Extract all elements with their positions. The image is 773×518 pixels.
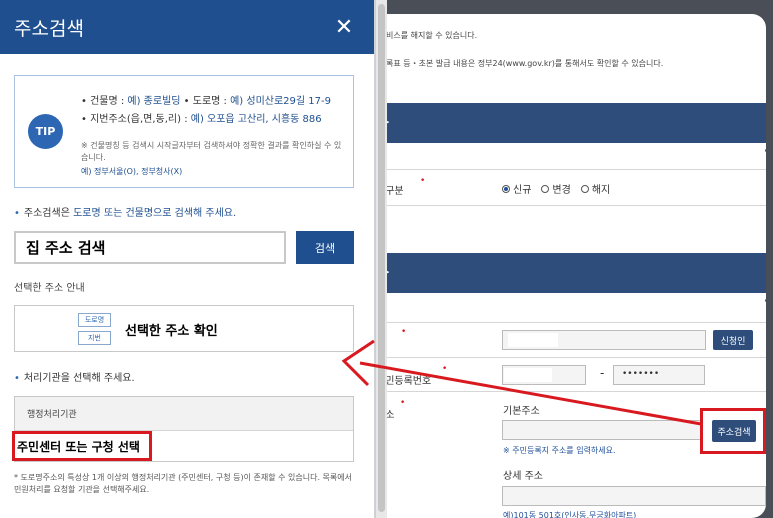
tip-lot-label: • 지번주소(읍,면,동,리) : xyxy=(81,114,191,125)
address-hint: ※ 주민등록지 주소를 입력하세요. xyxy=(503,446,616,455)
tip-lot-example: 예) 오포읍 고산리, 시흥동 886 xyxy=(190,114,322,125)
divider xyxy=(378,169,766,170)
section-band-2: > xyxy=(330,253,766,293)
lot-tag: 지번 xyxy=(78,331,111,345)
redacted-box xyxy=(504,368,552,382)
tip-row-2: • 지번주소(읍,면,동,리) : 예) 오포읍 고산리, 시흥동 886 xyxy=(81,110,322,125)
request-type-radios: 신규 변경 해지 xyxy=(502,181,610,196)
selected-address-text: 선택한 주소 확인 xyxy=(125,324,218,339)
search-guide-highlight: 도로명 또는 건물명으로 검색해 주세요. xyxy=(73,208,237,219)
road-tag: 도로명 xyxy=(78,313,111,327)
notice-line-1: 비스를 해지할 수 있습니다. xyxy=(386,31,478,40)
tip-road-example: 예) 성미산로29길 17-9 xyxy=(230,96,331,107)
basic-address-label: 기본주소 xyxy=(503,406,540,417)
radio-label: 신규 xyxy=(513,185,532,196)
bullet-icon: • xyxy=(14,208,20,219)
divider xyxy=(378,357,766,358)
tip-building-example: 예) 종로빌딩 xyxy=(127,96,181,107)
radio-button-icon[interactable] xyxy=(541,184,550,193)
address-search-highlight xyxy=(700,408,766,454)
radio-new[interactable]: 신규 xyxy=(502,181,531,196)
detail-address-input[interactable] xyxy=(502,486,766,506)
search-input-value: 집 주소 검색 xyxy=(26,239,106,257)
footnote: * 도로명주소의 특성상 1개 이상의 행정처리기관 (주민센터, 구청 등)이… xyxy=(14,473,352,494)
radio-button-icon[interactable] xyxy=(580,184,589,193)
divider xyxy=(378,205,766,206)
agency-guide-text: 처리기관을 선택해 주세요. xyxy=(23,373,135,384)
agency-select-highlight[interactable]: 주민센터 또는 구청 선택 xyxy=(12,431,152,461)
section-band-1: > xyxy=(330,103,766,143)
tip-row-1: • 건물명 : 예) 종로빌딩 • 도로명 : 예) 성미산로29길 17-9 xyxy=(81,92,331,107)
search-input[interactable]: 집 주소 검색 xyxy=(14,231,286,264)
selected-address-box: 도로명 지번 선택한 주소 확인 xyxy=(14,305,354,352)
radio-button-icon[interactable] xyxy=(502,184,510,193)
rrn-dash: - xyxy=(600,366,605,380)
tip-building-label: • 건물명 : xyxy=(81,96,128,107)
required-mark: • xyxy=(401,327,407,337)
tip-box: TIP • 건물명 : 예) 종로빌딩 • 도로명 : 예) 성미산로29길 1… xyxy=(14,75,354,188)
detail-address-label: 상세 주소 xyxy=(503,471,543,482)
notice-line-2: 록표 등・초본 발급 내용은 정부24(www.gov.kr)를 통해서도 확인… xyxy=(386,59,664,68)
search-button[interactable]: 검색 xyxy=(296,231,354,264)
divider xyxy=(378,391,766,392)
applicant-button[interactable]: 신청인 xyxy=(713,330,753,350)
bullet-icon: • xyxy=(14,373,20,384)
tip-example: 예) 정부서울(O), 정부청사(X) xyxy=(81,167,183,176)
divider xyxy=(378,322,766,323)
agency-guide: • 처리기관을 선택해 주세요. xyxy=(14,369,135,384)
detail-address-hint: 예)101동 501호(인사동,무궁화아파트) xyxy=(503,511,637,518)
redacted-box xyxy=(508,333,558,347)
close-icon[interactable]: ✕ xyxy=(332,15,356,40)
modal-header: 주소검색 ✕ xyxy=(0,0,374,54)
agency-table-header: 행정처리기관 xyxy=(15,397,353,431)
scrollbar-thumb[interactable] xyxy=(378,4,385,512)
rrn-back-input[interactable]: ••••••• xyxy=(613,365,705,385)
tip-road-label: • 도로명 : xyxy=(180,96,231,107)
radio-label: 변경 xyxy=(552,185,571,196)
modal-title: 주소검색 xyxy=(14,17,84,40)
modal-scrollbar[interactable] xyxy=(375,0,387,518)
selected-address-label: 선택한 주소 안내 xyxy=(14,283,85,294)
radio-label: 해지 xyxy=(591,185,611,196)
required-mark: • xyxy=(420,176,426,186)
radio-cancel[interactable]: 해지 xyxy=(580,181,611,196)
tip-note: ※ 건물명칭 등 검색시 시작글자부터 검색하셔야 정확한 결과를 확인하실 수… xyxy=(81,141,342,162)
required-mark: • xyxy=(442,364,448,374)
search-guide-text: 주소검색은 xyxy=(23,208,74,219)
required-mark xyxy=(765,299,766,302)
required-mark: • xyxy=(400,398,406,408)
tip-badge: TIP xyxy=(28,114,63,149)
radio-change[interactable]: 변경 xyxy=(541,181,571,196)
basic-address-input[interactable] xyxy=(502,420,702,440)
address-search-modal: 주소검색 ✕ TIP • 건물명 : 예) 종로빌딩 • 도로명 : 예) 성미… xyxy=(0,0,375,518)
required-mark xyxy=(765,149,766,152)
search-guide: • 주소검색은 도로명 또는 건물명으로 검색해 주세요. xyxy=(14,204,236,219)
